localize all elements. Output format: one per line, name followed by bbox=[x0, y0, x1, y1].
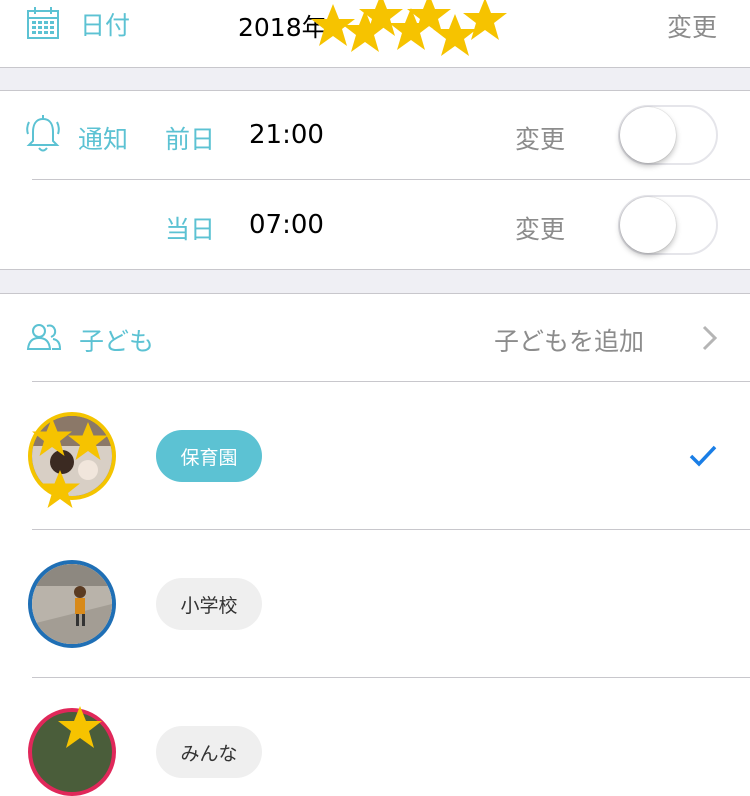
section-separator bbox=[0, 67, 750, 91]
child-tag: 小学校 bbox=[156, 578, 262, 630]
prev-day-time: 21:00 bbox=[249, 120, 324, 150]
child-avatar bbox=[28, 560, 116, 648]
date-label: 日付 bbox=[80, 11, 131, 40]
row-divider bbox=[32, 677, 750, 678]
children-label: 子ども bbox=[79, 327, 155, 356]
row-divider bbox=[32, 179, 750, 180]
star-sticker-overlay bbox=[32, 418, 108, 508]
same-day-time: 07:00 bbox=[249, 210, 324, 240]
star-sticker-overlay bbox=[311, 0, 507, 56]
child-tag: みんな bbox=[156, 726, 262, 778]
same-day-label: 当日 bbox=[165, 215, 216, 244]
row-divider bbox=[32, 529, 750, 530]
notification-label: 通知 bbox=[78, 125, 129, 154]
child-tag: 保育園 bbox=[156, 430, 262, 482]
checkmark-icon bbox=[689, 445, 717, 467]
calendar-icon bbox=[27, 7, 59, 39]
same-day-change-button[interactable]: 変更 bbox=[515, 210, 565, 246]
chevron-right-icon[interactable] bbox=[700, 324, 720, 352]
prev-day-toggle[interactable] bbox=[618, 105, 718, 165]
section-separator bbox=[0, 269, 750, 294]
children-icon bbox=[26, 324, 62, 350]
bell-icon bbox=[26, 115, 60, 152]
prev-day-label: 前日 bbox=[165, 125, 216, 154]
add-child-button[interactable]: 子どもを追加 bbox=[494, 322, 644, 358]
same-day-toggle[interactable] bbox=[618, 195, 718, 255]
prev-day-change-button[interactable]: 変更 bbox=[515, 120, 565, 156]
date-change-button[interactable]: 変更 bbox=[667, 8, 717, 44]
star-sticker-overlay bbox=[58, 706, 102, 748]
row-divider bbox=[32, 381, 750, 382]
